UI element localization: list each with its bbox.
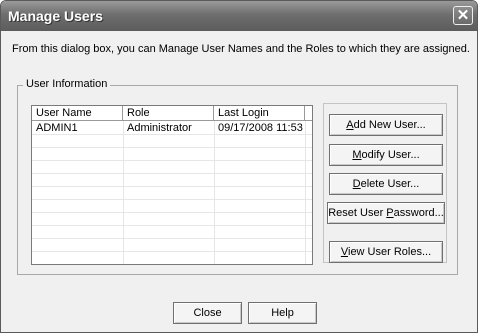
modify-user-button[interactable]: Modify User... bbox=[329, 144, 443, 166]
users-list[interactable]: User Name Role Last Login ADMIN1 Adminis… bbox=[31, 105, 313, 265]
window-title: Manage Users bbox=[8, 8, 103, 24]
accelerator-key: M bbox=[352, 149, 362, 161]
accelerator-key: A bbox=[346, 119, 354, 131]
close-icon[interactable]: ✕ bbox=[453, 6, 473, 25]
grid-line bbox=[32, 173, 312, 174]
grid-line bbox=[32, 238, 312, 239]
close-button[interactable]: Close bbox=[173, 302, 242, 324]
cell-last-login: 09/17/2008 11:53 bbox=[218, 122, 303, 134]
grid-line bbox=[32, 147, 312, 148]
grid-line bbox=[32, 225, 312, 226]
add-new-user-button[interactable]: Add New User... bbox=[329, 114, 443, 136]
grid-line bbox=[214, 121, 215, 264]
grid-line bbox=[305, 121, 306, 264]
accelerator-key: P bbox=[386, 207, 394, 219]
grid-line bbox=[32, 251, 312, 252]
grid-line bbox=[32, 212, 312, 213]
group-label: User Information bbox=[23, 78, 111, 90]
grid-line bbox=[32, 199, 312, 200]
list-header: User Name Role Last Login bbox=[32, 106, 312, 121]
cell-user-name: ADMIN1 bbox=[36, 122, 78, 134]
accelerator-key: D bbox=[352, 178, 361, 190]
view-user-roles-button[interactable]: View User Roles... bbox=[329, 241, 443, 263]
cell-role: Administrator bbox=[127, 122, 192, 134]
dialog-description: From this dialog box, you can Manage Use… bbox=[12, 43, 470, 55]
help-button[interactable]: Help bbox=[248, 302, 317, 324]
title-bar[interactable]: Manage Users ✕ bbox=[1, 1, 477, 31]
grid-line bbox=[32, 134, 312, 135]
grid-line bbox=[32, 186, 312, 187]
grid-line bbox=[123, 121, 124, 264]
manage-users-dialog: Manage Users ✕ From this dialog box, you… bbox=[0, 0, 478, 333]
column-header-role[interactable]: Role bbox=[123, 106, 214, 120]
column-header-user-name[interactable]: User Name bbox=[32, 106, 123, 120]
reset-user-password-button[interactable]: Reset User Password... bbox=[327, 202, 445, 224]
column-header-last-login[interactable]: Last Login bbox=[214, 106, 305, 120]
delete-user-button[interactable]: Delete User... bbox=[329, 173, 443, 195]
grid-line bbox=[32, 160, 312, 161]
accelerator-key: V bbox=[340, 246, 348, 258]
